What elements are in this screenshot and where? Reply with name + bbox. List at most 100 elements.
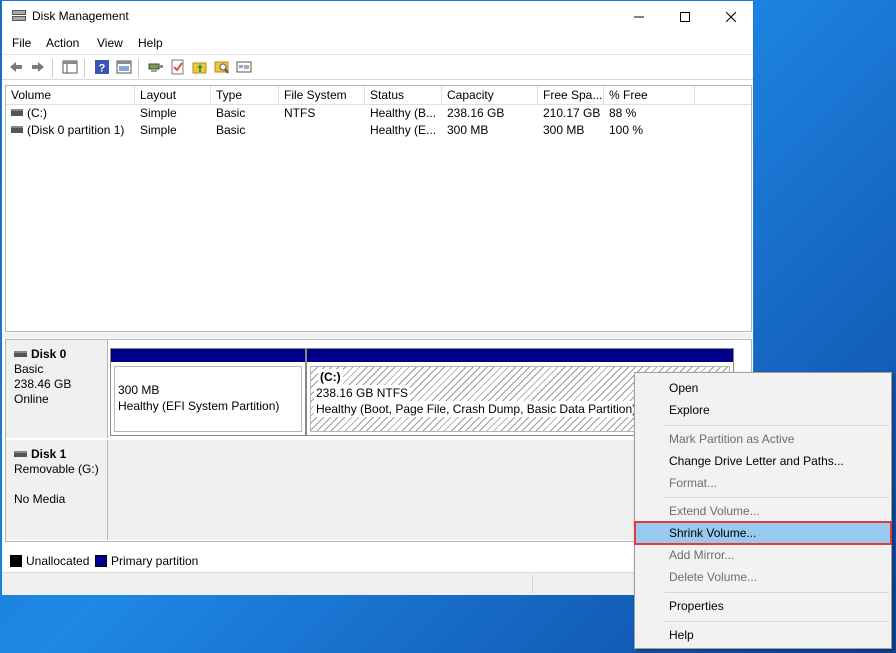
properties-pane-icon[interactable] (116, 59, 132, 75)
minimize-button[interactable] (616, 1, 662, 32)
type-cell: Basic (216, 123, 246, 137)
disk-name: Disk 0 (31, 347, 67, 361)
context-menu-format[interactable]: Format... (635, 472, 891, 494)
disk-type: Basic (14, 362, 44, 376)
search-folder-icon[interactable] (214, 59, 230, 75)
menu-action[interactable]: Action (46, 36, 79, 50)
disk-size: 238.46 GB (14, 377, 72, 391)
partition-title: (C:) (318, 369, 343, 385)
context-menu-explore[interactable]: Explore (635, 399, 891, 421)
close-button[interactable] (708, 1, 754, 32)
legend-item-primary: Primary partition (95, 554, 198, 568)
menu-help[interactable]: Help (138, 36, 163, 50)
disk-icon (14, 450, 27, 457)
status-cell: Healthy (B... (370, 106, 437, 120)
layout-cell: Simple (140, 106, 177, 120)
capacity-cell: 300 MB (447, 123, 489, 137)
title-bar[interactable]: Disk Management (2, 1, 753, 32)
partition-status: Healthy (EFI System Partition) (118, 399, 280, 413)
context-menu-open[interactable]: Open (635, 377, 891, 399)
menu-bar: File Action View Help (2, 32, 753, 54)
context-menu-shrink-volume[interactable]: Shrink Volume... (634, 521, 892, 545)
capacity-cell: 238.16 GB (447, 106, 505, 120)
efi-partition[interactable]: 300 MB Healthy (EFI System Partition) (110, 348, 306, 436)
column-header-percent-free[interactable]: % Free (604, 86, 695, 104)
volume-row[interactable]: (Disk 0 partition 1) Simple Basic Health… (6, 122, 751, 139)
folder-up-icon[interactable] (192, 59, 208, 75)
drive-icon (11, 126, 23, 134)
help-icon[interactable]: ? (94, 59, 110, 75)
close-icon (726, 11, 736, 22)
volume-list-header: Volume Layout Type File System Status Ca… (6, 86, 751, 105)
primary-partition-swatch (95, 554, 107, 567)
column-header-type[interactable]: Type (211, 86, 279, 104)
svg-text:?: ? (99, 63, 106, 75)
legend-label: Unallocated (26, 554, 90, 568)
disk-1-info[interactable]: Disk 1 Removable (G:) No Media (6, 440, 108, 540)
primary-partition-bar (111, 349, 305, 362)
maximize-icon (680, 11, 690, 22)
file-system-cell: NTFS (284, 106, 316, 120)
column-header-volume[interactable]: Volume (6, 86, 135, 104)
primary-partition-bar (307, 349, 733, 362)
context-menu-add-mirror[interactable]: Add Mirror... (635, 544, 891, 566)
volume-list: Volume Layout Type File System Status Ca… (5, 85, 752, 332)
disk-type: Removable (G:) (14, 462, 99, 476)
toolbar-separator (52, 59, 53, 77)
volume-row[interactable]: (C:) Simple Basic NTFS Healthy (B... 238… (6, 105, 751, 122)
partition-size: 238.16 GB NTFS (314, 385, 411, 401)
layout-cell: Simple (140, 123, 177, 137)
settings-icon[interactable] (236, 59, 252, 75)
type-cell: Basic (216, 106, 246, 120)
context-menu: Open Explore Mark Partition as Active Ch… (634, 372, 892, 649)
legend-item-unallocated: Unallocated (10, 554, 89, 568)
column-header-capacity[interactable]: Capacity (442, 86, 538, 104)
context-menu-extend-volume[interactable]: Extend Volume... (635, 500, 891, 522)
partition-body: 300 MB Healthy (EFI System Partition) (114, 366, 302, 432)
volume-name-cell: (Disk 0 partition 1) (6, 122, 135, 139)
context-menu-delete-volume[interactable]: Delete Volume... (635, 566, 891, 588)
column-header-file-system[interactable]: File System (279, 86, 365, 104)
toolbar-separator (138, 59, 139, 77)
drive-icon (11, 109, 23, 117)
forward-arrow-icon[interactable] (30, 59, 46, 75)
show-hide-console-tree-icon[interactable] (62, 59, 78, 75)
menu-file[interactable]: File (12, 36, 31, 50)
disk-icon (14, 350, 27, 357)
check-icon[interactable] (170, 59, 186, 75)
free-space-cell: 210.17 GB (543, 106, 601, 120)
pane-splitter[interactable] (2, 333, 753, 338)
window-title: Disk Management (32, 9, 129, 23)
context-menu-separator (665, 592, 889, 593)
percent-free-cell: 88 % (609, 106, 637, 120)
disk-0-info[interactable]: Disk 0 Basic 238.46 GB Online (6, 340, 108, 438)
status-bar-divider (532, 575, 533, 593)
disk-status: Online (14, 392, 49, 406)
context-menu-change-drive-letter[interactable]: Change Drive Letter and Paths... (635, 450, 891, 472)
status-cell: Healthy (E... (370, 123, 437, 137)
context-menu-help[interactable]: Help (635, 624, 891, 646)
back-arrow-icon[interactable] (8, 59, 24, 75)
context-menu-separator (665, 425, 889, 426)
column-header-free-space[interactable]: Free Spa... (538, 86, 604, 104)
volume-name: (C:) (27, 106, 47, 120)
context-menu-separator (665, 497, 889, 498)
maximize-button[interactable] (662, 1, 708, 32)
unallocated-swatch (10, 554, 22, 567)
column-header-layout[interactable]: Layout (135, 86, 211, 104)
toolbar: ? (2, 54, 753, 80)
context-menu-mark-partition-active[interactable]: Mark Partition as Active (635, 428, 891, 450)
context-menu-properties[interactable]: Properties (635, 595, 891, 617)
minimize-icon (634, 16, 644, 17)
toolbar-separator (84, 59, 85, 77)
context-menu-separator (665, 621, 889, 622)
legend-label: Primary partition (111, 554, 199, 568)
connect-icon[interactable] (148, 59, 164, 75)
volume-name-cell: (C:) (6, 105, 135, 122)
partition-status: Healthy (Boot, Page File, Crash Dump, Ba… (314, 401, 639, 417)
free-space-cell: 300 MB (543, 123, 585, 137)
menu-view[interactable]: View (97, 36, 123, 50)
disk-status: No Media (14, 492, 66, 506)
column-header-status[interactable]: Status (365, 86, 442, 104)
percent-free-cell: 100 % (609, 123, 644, 137)
